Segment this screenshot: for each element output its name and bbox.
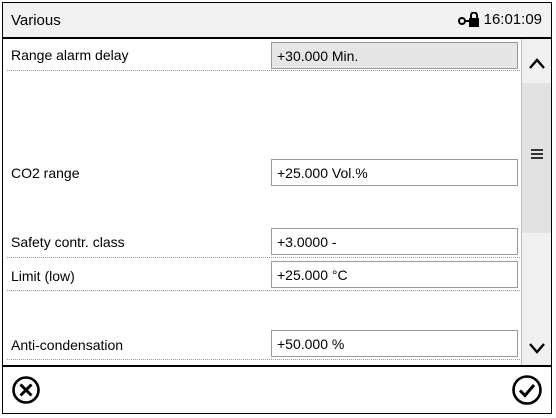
setting-label: Anti-condensation — [11, 337, 124, 353]
setting-row-anti-condensation: Anti-condensation +50.000 % — [3, 328, 521, 360]
settings-screen: Various 16:01:09 Range alarm delay +30.0… — [2, 2, 552, 414]
co2-range-field[interactable]: +25.000 Vol.% — [271, 159, 518, 186]
setting-row-limit-low: Limit (low) +25.000 °C — [3, 259, 521, 291]
settings-list: Range alarm delay +30.000 Min. CO2 range… — [3, 39, 521, 365]
key-lock-icon — [457, 11, 480, 28]
footer-bar — [3, 365, 551, 413]
setting-label: Range alarm delay — [11, 47, 129, 63]
circle-x-icon[interactable] — [11, 375, 41, 405]
limit-low-field[interactable]: +25.000 °C — [271, 261, 518, 288]
setting-row-co2-range: CO2 range +25.000 Vol.% — [3, 157, 521, 189]
safety-contr-class-field[interactable]: +3.0000 - — [271, 228, 518, 255]
scrollbar[interactable] — [521, 39, 551, 365]
setting-label: CO2 range — [11, 165, 80, 181]
clock-time: 16:01:09 — [483, 11, 542, 28]
anti-condensation-field[interactable]: +50.000 % — [271, 330, 518, 357]
row-divider — [7, 257, 520, 258]
range-alarm-delay-field[interactable]: +30.000 Min. — [271, 42, 518, 69]
setting-row-safety-contr-class: Safety contr. class +3.0000 - — [3, 226, 521, 258]
chevron-up-icon[interactable] — [526, 53, 548, 75]
setting-label: Limit (low) — [11, 268, 75, 284]
page-title: Various — [11, 12, 61, 29]
status-area: 16:01:09 — [457, 11, 542, 28]
chevron-down-icon[interactable] — [526, 337, 548, 359]
row-divider — [7, 70, 520, 71]
header-bar: Various 16:01:09 — [3, 3, 551, 39]
circle-check-icon[interactable] — [511, 374, 543, 406]
menu-lines-icon[interactable] — [526, 143, 548, 165]
row-divider — [7, 359, 520, 360]
setting-row-range-alarm-delay: Range alarm delay +30.000 Min. — [3, 39, 521, 71]
setting-label: Safety contr. class — [11, 234, 125, 250]
row-divider — [7, 290, 520, 291]
